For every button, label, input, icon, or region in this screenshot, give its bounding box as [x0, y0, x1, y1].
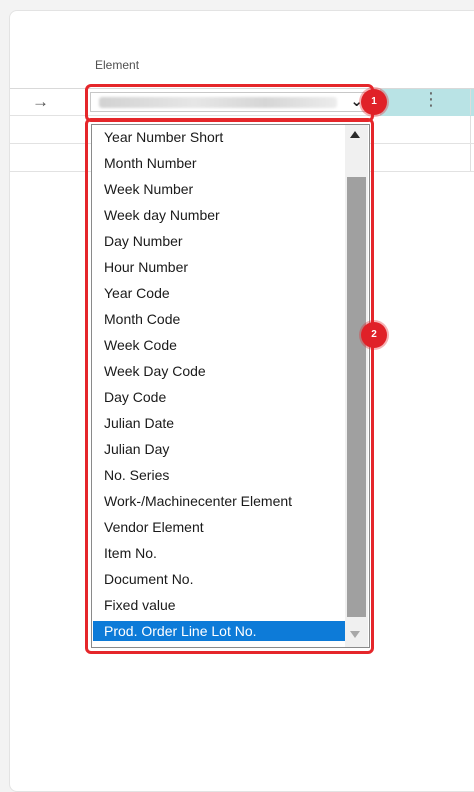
callout-highlight-box-2 [85, 118, 374, 654]
column-separator [470, 89, 471, 115]
callout-badge-1: 1 [361, 89, 387, 115]
callout-highlight-box-1 [85, 84, 374, 122]
column-header-element[interactable]: Element [95, 58, 139, 72]
column-separator [470, 144, 471, 171]
column-separator [470, 116, 471, 143]
callout-badge-2: 2 [361, 322, 387, 348]
row-menu-icon[interactable]: ⋮ [422, 89, 440, 110]
row-pointer-arrow-icon: → [32, 92, 49, 111]
